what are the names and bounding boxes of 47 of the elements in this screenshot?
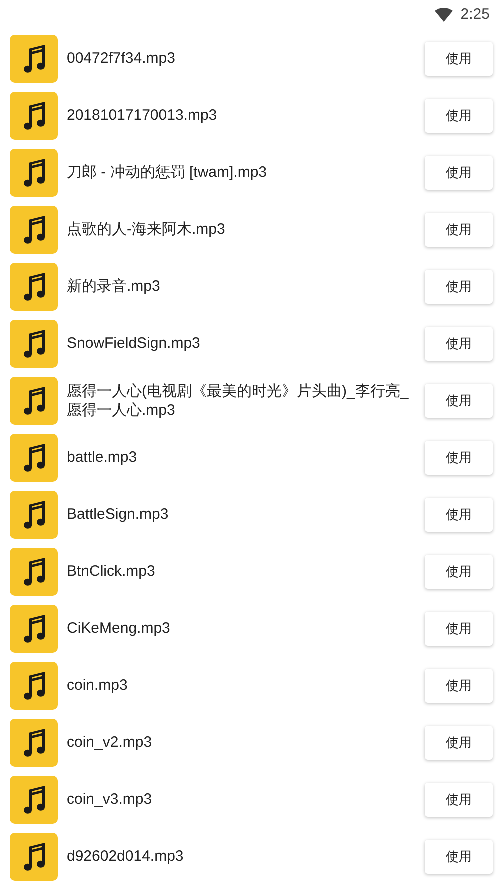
music-note-icon	[21, 44, 47, 74]
use-button[interactable]: 使用	[425, 212, 493, 246]
wifi-icon	[434, 8, 453, 22]
music-note-icon	[21, 556, 47, 586]
use-button[interactable]: 使用	[425, 668, 493, 702]
music-note-icon	[21, 842, 47, 872]
music-note-icon	[21, 442, 47, 472]
status-time: 2:25	[460, 4, 490, 25]
music-note-icon	[21, 784, 47, 814]
music-note-icon	[21, 500, 47, 530]
file-name: 愿得一人心(电视剧《最美的时光》片头曲)_李行亮_愿得一人心.mp3	[67, 382, 410, 420]
use-button[interactable]: 使用	[425, 384, 493, 418]
music-note-icon	[21, 328, 47, 358]
music-note-icon	[21, 614, 47, 644]
file-name: coin_v3.mp3	[67, 790, 154, 809]
use-button[interactable]: 使用	[425, 42, 493, 76]
use-button[interactable]: 使用	[425, 612, 493, 646]
file-name: BattleSign.mp3	[67, 505, 170, 524]
file-name: 新的录音.mp3	[67, 277, 162, 296]
music-note-icon	[21, 386, 47, 416]
music-note-icon	[21, 100, 47, 130]
file-name: battle.mp3	[67, 448, 138, 467]
music-note-icon	[21, 214, 47, 244]
use-button[interactable]: 使用	[425, 498, 493, 532]
use-button[interactable]: 使用	[425, 440, 493, 474]
music-note-icon	[21, 670, 47, 700]
file-name: 点歌的人-海来阿木.mp3	[67, 220, 226, 239]
file-name: coin_v2.mp3	[67, 733, 154, 752]
use-button[interactable]: 使用	[425, 726, 493, 760]
music-note-icon	[21, 728, 47, 758]
use-button[interactable]: 使用	[425, 156, 493, 190]
music-note-icon	[21, 158, 47, 188]
file-name: SnowFieldSign.mp3	[67, 334, 202, 353]
file-name: d92602d014.mp3	[67, 847, 185, 866]
use-button[interactable]: 使用	[425, 554, 493, 588]
use-button[interactable]: 使用	[425, 840, 493, 874]
use-button[interactable]: 使用	[425, 98, 493, 132]
use-button[interactable]: 使用	[425, 782, 493, 816]
use-button[interactable]: 使用	[425, 270, 493, 304]
file-name: coin.mp3	[67, 676, 129, 695]
file-name: 00472f7f34.mp3	[67, 49, 176, 68]
use-button[interactable]: 使用	[425, 326, 493, 360]
file-name: BtnClick.mp3	[67, 562, 156, 581]
music-note-icon	[21, 272, 47, 302]
file-name: 20181017170013.mp3	[67, 106, 218, 125]
file-name: 刀郎 - 冲动的惩罚 [twam].mp3	[67, 163, 268, 182]
file-name: CiKeMeng.mp3	[67, 619, 172, 638]
